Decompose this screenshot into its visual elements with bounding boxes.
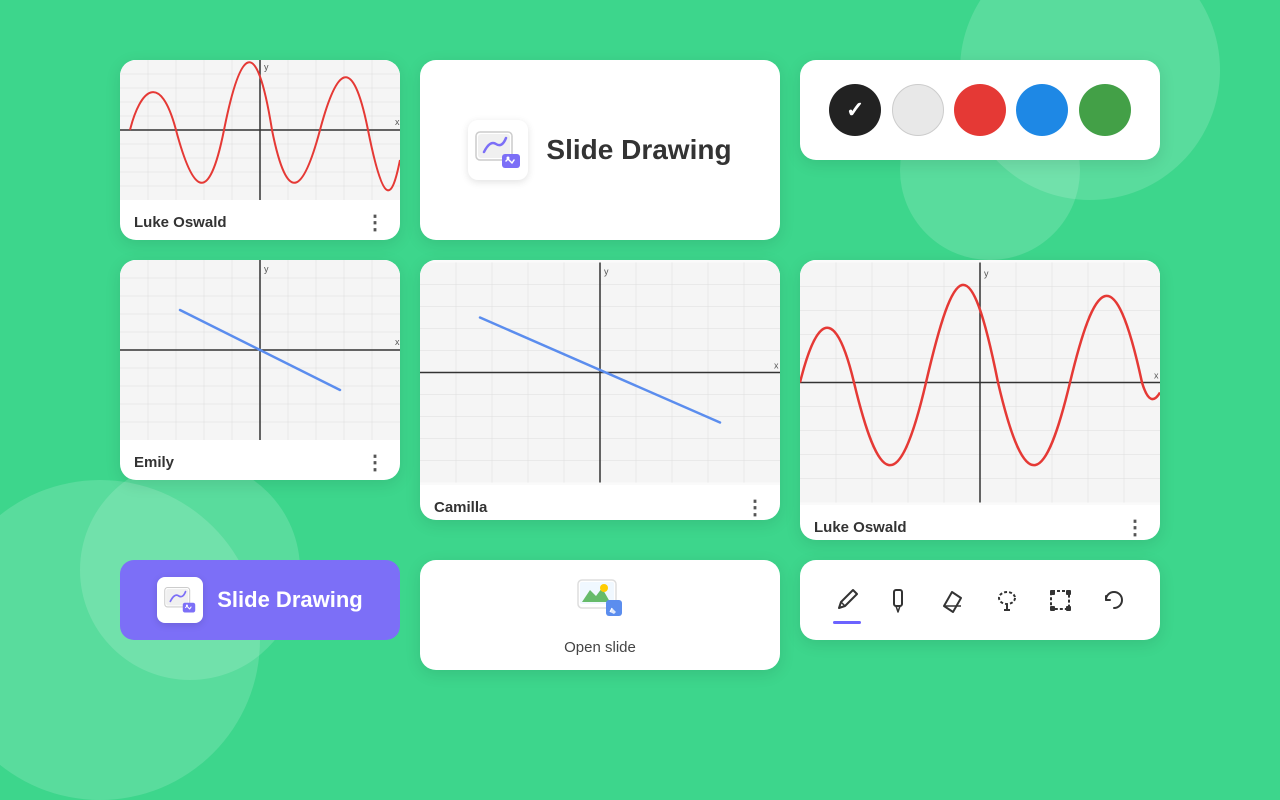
color-blue[interactable] <box>1016 84 1068 136</box>
luke-oswald-large-name: Luke Oswald <box>814 519 907 536</box>
svg-text:y: y <box>604 267 609 277</box>
tool-eraser[interactable] <box>931 578 975 622</box>
tool-marker[interactable] <box>878 578 922 622</box>
luke-oswald-small-footer: Luke Oswald ⋮ <box>120 200 400 240</box>
camilla-graph: x y <box>420 260 780 485</box>
main-layout: x y Luke Oswald ⋮ Slide Drawing <box>0 0 1280 730</box>
slide-drawing-button[interactable]: Slide Drawing <box>120 560 400 640</box>
svg-text:y: y <box>264 264 269 274</box>
marker-icon <box>886 586 914 614</box>
transform-icon <box>1046 586 1074 614</box>
camilla-menu[interactable]: ⋮ <box>745 495 766 520</box>
tool-lasso[interactable] <box>985 578 1029 622</box>
eraser-icon <box>939 586 967 614</box>
color-picker-card: ✓ <box>800 60 1160 160</box>
svg-text:x: x <box>395 117 400 127</box>
color-green[interactable] <box>1079 84 1131 136</box>
camilla-name: Camilla <box>434 499 487 516</box>
emily-menu[interactable]: ⋮ <box>365 450 386 475</box>
luke-oswald-small-menu[interactable]: ⋮ <box>365 210 386 235</box>
luke-oswald-large-menu[interactable]: ⋮ <box>1125 515 1146 540</box>
slide-drawing-title-icon-wrap <box>468 120 528 180</box>
slide-drawing-title-label: Slide Drawing <box>546 134 731 166</box>
open-slide-card[interactable]: Open slide <box>420 560 780 670</box>
sine-wave-large-svg: x y <box>800 260 1160 505</box>
luke-oswald-large-footer: Luke Oswald ⋮ <box>800 505 1160 540</box>
luke-oswald-large-graph: x y <box>800 260 1160 505</box>
luke-oswald-small-card: x y Luke Oswald ⋮ <box>120 60 400 240</box>
slide-drawing-btn-icon <box>162 582 198 618</box>
luke-oswald-large-card: x y Luke Oswald ⋮ <box>800 260 1160 540</box>
svg-text:x: x <box>774 361 779 371</box>
emily-card: x y Emily ⋮ <box>120 260 400 480</box>
sine-wave-small-svg: x y <box>120 60 400 200</box>
open-slide-svg <box>574 574 626 626</box>
slide-drawing-title-card: Slide Drawing <box>420 60 780 240</box>
tool-transform[interactable] <box>1038 578 1082 622</box>
open-slide-icon <box>574 574 626 631</box>
tool-undo[interactable] <box>1091 578 1135 622</box>
luke-oswald-small-graph: x y <box>120 60 400 200</box>
emily-graph-svg: x y <box>120 260 400 440</box>
slide-drawing-title-icon <box>472 124 524 176</box>
luke-oswald-small-name: Luke Oswald <box>134 214 227 231</box>
open-slide-label: Open slide <box>564 639 636 656</box>
tool-pencil[interactable] <box>825 578 869 622</box>
color-white[interactable] <box>892 84 944 136</box>
toolbar-card <box>800 560 1160 640</box>
slide-drawing-btn-icon-wrap <box>157 577 203 623</box>
pencil-icon <box>833 586 861 614</box>
emily-footer: Emily ⋮ <box>120 440 400 480</box>
camilla-card: x y Camilla ⋮ <box>420 260 780 520</box>
camilla-graph-svg: x y <box>420 260 780 485</box>
svg-text:x: x <box>1154 371 1159 381</box>
svg-text:y: y <box>264 62 269 72</box>
undo-icon <box>1099 586 1127 614</box>
svg-text:x: x <box>395 337 400 347</box>
emily-graph: x y <box>120 260 400 440</box>
lasso-icon <box>993 586 1021 614</box>
slide-drawing-btn-label: Slide Drawing <box>217 587 362 613</box>
color-red[interactable] <box>954 84 1006 136</box>
svg-text:y: y <box>984 269 989 279</box>
emily-name: Emily <box>134 454 174 471</box>
camilla-footer: Camilla ⋮ <box>420 485 780 520</box>
color-black[interactable]: ✓ <box>829 84 881 136</box>
